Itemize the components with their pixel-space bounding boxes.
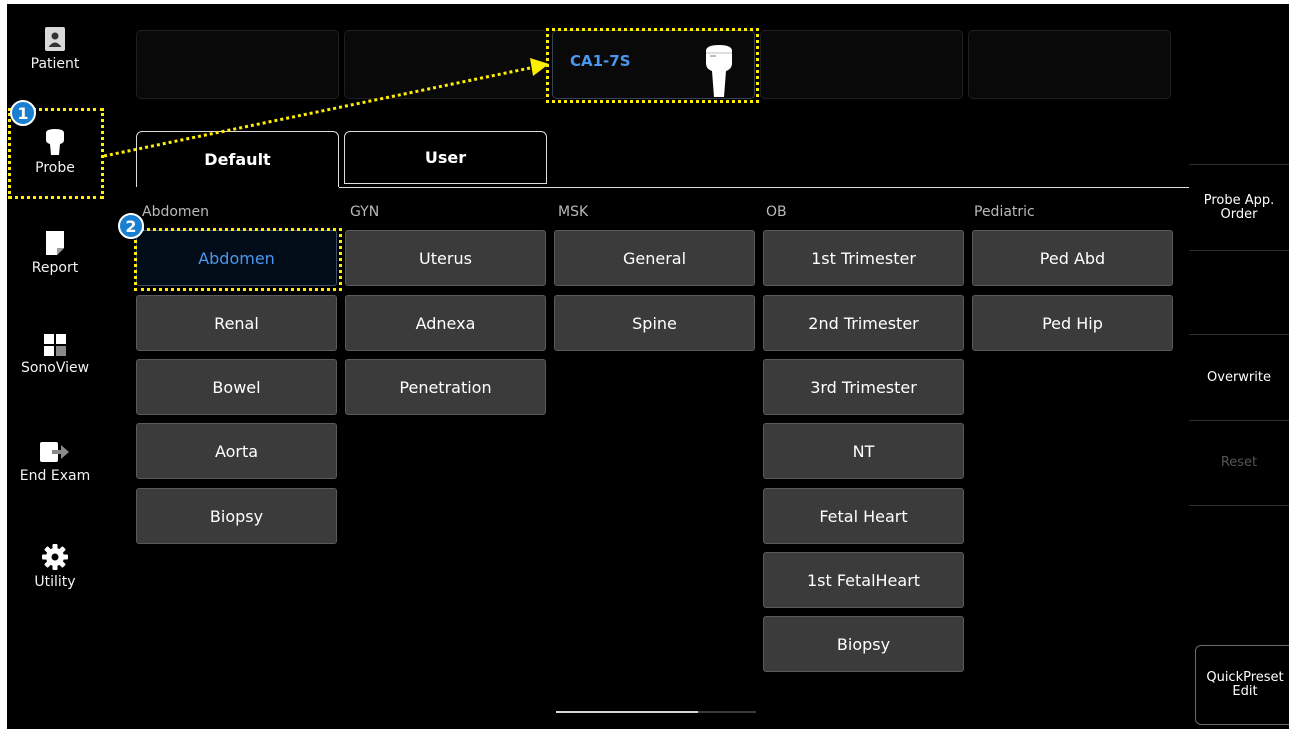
probe-name: CA1-7S: [570, 52, 631, 70]
button-label: Ped Abd: [1039, 248, 1106, 268]
quickpreset-edit-button[interactable]: QuickPreset Edit: [1195, 645, 1289, 725]
button-label: Spine: [632, 313, 677, 333]
preset-button-adnexa[interactable]: Adnexa: [345, 295, 546, 351]
sidebar-item-label: Utility: [34, 574, 76, 590]
button-label: Order: [1220, 206, 1258, 222]
preset-button-general[interactable]: General: [554, 230, 755, 286]
tab-user[interactable]: User: [344, 131, 547, 184]
category-label: OB: [766, 204, 787, 220]
step-badge-2: 2: [118, 213, 144, 239]
button-label: 1st FetalHeart: [806, 570, 921, 590]
sidebar-item-label: Report: [31, 260, 79, 276]
sidebar-item-sonoview[interactable]: SonoView: [7, 334, 103, 376]
button-label: Biopsy: [836, 634, 891, 654]
sidebar-item-label: End Exam: [19, 468, 91, 484]
sonoview-icon: [44, 334, 66, 356]
button-label: Biopsy: [209, 506, 264, 526]
badge-number: 2: [125, 216, 137, 236]
horizontal-scrollbar[interactable]: [556, 711, 756, 713]
tab-label: User: [424, 148, 467, 167]
probe-slot-1[interactable]: [136, 30, 339, 99]
category-label: Abdomen: [142, 204, 210, 220]
button-label: Ped Hip: [1042, 313, 1103, 333]
sidebar-item-label: Probe: [35, 160, 75, 176]
button-label: 1st Trimester: [811, 248, 916, 268]
gear-icon: [42, 544, 68, 570]
preset-button-fetal-heart[interactable]: Fetal Heart: [763, 488, 964, 544]
end-exam-icon: [40, 442, 69, 462]
probe-slot-5[interactable]: [968, 30, 1171, 99]
button-label: NT: [852, 441, 875, 461]
tab-default[interactable]: Default: [136, 131, 339, 187]
tab-label: Default: [204, 150, 271, 169]
button-label: Penetration: [399, 377, 492, 397]
category-label: MSK: [558, 204, 589, 220]
button-label: Renal: [214, 313, 259, 333]
category-label: GYN: [350, 204, 380, 220]
badge-number: 1: [17, 103, 29, 123]
button-label: Uterus: [419, 248, 472, 268]
probe-icon: [46, 129, 64, 155]
divider: [1189, 250, 1289, 251]
preset-button-bowel[interactable]: Bowel: [136, 359, 337, 415]
button-label: Edit: [1232, 684, 1258, 699]
preset-button-biopsy[interactable]: Biopsy: [136, 488, 337, 544]
preset-button-spine[interactable]: Spine: [554, 295, 755, 351]
sidebar-item-utility[interactable]: Utility: [7, 544, 103, 590]
button-label: Bowel: [212, 377, 261, 397]
button-label: Abdomen: [198, 248, 275, 268]
button-label: Fetal Heart: [819, 506, 908, 526]
preset-button-nt[interactable]: NT: [763, 423, 964, 479]
sidebar-item-end-exam[interactable]: End Exam: [7, 440, 103, 484]
button-label: Adnexa: [415, 313, 476, 333]
preset-button-penetration[interactable]: Penetration: [345, 359, 546, 415]
report-icon: [46, 231, 64, 255]
button-label: Overwrite: [1207, 369, 1271, 385]
divider: [1189, 505, 1289, 506]
overwrite-button[interactable]: Overwrite: [1189, 335, 1289, 420]
patient-icon: [45, 27, 65, 51]
preset-button-abdomen[interactable]: Abdomen: [136, 230, 337, 286]
button-label: General: [622, 248, 687, 268]
button-label: 3rd Trimester: [810, 377, 917, 397]
preset-button-renal[interactable]: Renal: [136, 295, 337, 351]
preset-button-2nd-trimester[interactable]: 2nd Trimester: [763, 295, 964, 351]
probe-slot-2[interactable]: [344, 30, 547, 99]
button-label: QuickPreset: [1206, 670, 1284, 685]
sidebar-item-label: Patient: [30, 56, 80, 72]
probe-icon: [706, 45, 732, 97]
preset-button-ob-biopsy[interactable]: Biopsy: [763, 616, 964, 672]
sidebar-item-report[interactable]: Report: [7, 230, 103, 276]
button-label: 2nd Trimester: [808, 313, 919, 333]
category-label: Pediatric: [974, 204, 1035, 220]
tab-divider: [339, 187, 1189, 188]
sidebar-item-patient[interactable]: Patient: [7, 26, 103, 72]
button-label: Aorta: [214, 441, 259, 461]
button-label: Reset: [1220, 455, 1258, 470]
reset-button[interactable]: Reset: [1189, 421, 1289, 505]
button-label: Probe App.: [1203, 192, 1275, 208]
preset-button-aorta[interactable]: Aorta: [136, 423, 337, 479]
sidebar-item-probe[interactable]: Probe: [7, 128, 103, 176]
ultrasound-screen: Patient Probe Report SonoView End Exam U…: [7, 4, 1289, 729]
preset-button-1st-fetalheart[interactable]: 1st FetalHeart: [763, 552, 964, 608]
step-badge-1: 1: [10, 100, 36, 126]
probe-slot-3[interactable]: CA1-7S: [552, 30, 755, 99]
sidebar-item-label: SonoView: [20, 360, 90, 376]
preset-button-ped-hip[interactable]: Ped Hip: [972, 295, 1173, 351]
preset-button-3rd-trimester[interactable]: 3rd Trimester: [763, 359, 964, 415]
preset-button-ped-abd[interactable]: Ped Abd: [972, 230, 1173, 286]
preset-button-1st-trimester[interactable]: 1st Trimester: [763, 230, 964, 286]
probe-app-order-button[interactable]: Probe App. Order: [1189, 165, 1289, 250]
scrollbar-thumb[interactable]: [556, 711, 698, 713]
probe-slot-4[interactable]: [760, 30, 963, 99]
preset-button-uterus[interactable]: Uterus: [345, 230, 546, 286]
